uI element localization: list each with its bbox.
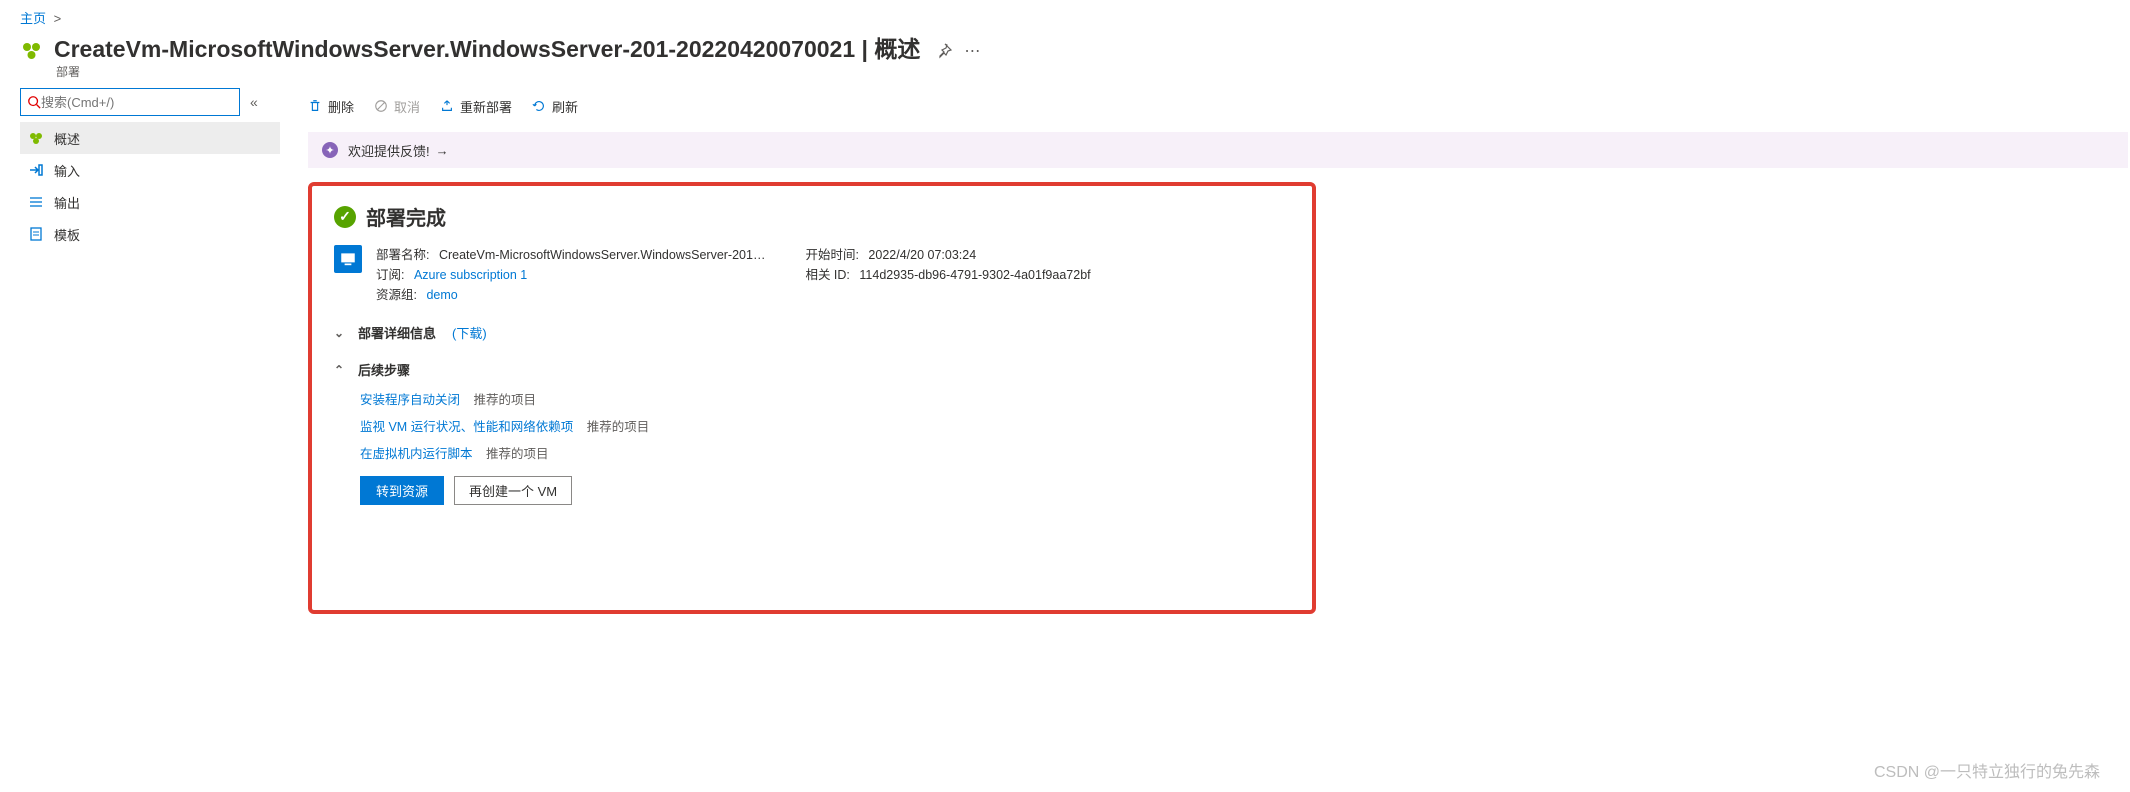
overview-icon xyxy=(28,130,44,146)
deploy-details-toggle[interactable]: ⌄ 部署详细信息 (下载) xyxy=(334,323,1290,342)
toolbar-redeploy-label: 重新部署 xyxy=(460,97,512,116)
deploy-corr-label: 相关 ID: xyxy=(805,268,849,282)
sidebar-item-input[interactable]: 输入 xyxy=(20,154,280,186)
toolbar: 删除 取消 重新部署 刷新 xyxy=(308,88,2130,124)
next-step-rec: 推荐的项目 xyxy=(587,420,650,434)
sidebar-item-overview[interactable]: 概述 xyxy=(20,122,280,154)
search-box[interactable] xyxy=(20,88,240,116)
page-title: CreateVm-MicrosoftWindowsServer.WindowsS… xyxy=(54,35,920,63)
output-icon xyxy=(28,194,44,210)
search-icon xyxy=(27,95,41,109)
redeploy-icon xyxy=(440,99,454,113)
next-step-link[interactable]: 监视 VM 运行状况、性能和网络依赖项 xyxy=(360,420,573,434)
success-icon: ✓ xyxy=(334,206,356,228)
toolbar-cancel-label: 取消 xyxy=(394,97,420,116)
deploy-sub-label: 订阅: xyxy=(376,268,404,282)
deploy-corr-value: 114d2935-db96-4791-9302-4a01f9aa72bf xyxy=(859,268,1090,282)
deployment-status-text: 部署完成 xyxy=(366,202,446,231)
deploy-details-download[interactable]: (下载) xyxy=(452,323,487,342)
toolbar-delete[interactable]: 删除 xyxy=(308,97,354,116)
feedback-arrow-icon: → xyxy=(436,143,449,158)
sidebar-item-label: 模板 xyxy=(54,225,80,244)
sidebar-item-label: 输出 xyxy=(54,193,80,212)
refresh-icon xyxy=(532,99,546,113)
deployment-status: ✓ 部署完成 xyxy=(334,202,1290,231)
input-icon xyxy=(28,162,44,178)
next-steps-toggle[interactable]: ⌃ 后续步骤 xyxy=(334,360,1290,379)
toolbar-refresh-label: 刷新 xyxy=(552,97,578,116)
toolbar-cancel: 取消 xyxy=(374,97,420,116)
pin-icon[interactable] xyxy=(936,43,952,59)
deploy-rg-label: 资源组: xyxy=(376,288,417,302)
toolbar-delete-label: 删除 xyxy=(328,97,354,116)
create-another-vm-button[interactable]: 再创建一个 VM xyxy=(454,476,572,505)
next-steps-list: 安装程序自动关闭 推荐的项目 监视 VM 运行状况、性能和网络依赖项 推荐的项目… xyxy=(360,389,1290,462)
page-subtitle: 部署 xyxy=(56,63,920,80)
next-step-item: 在虚拟机内运行脚本 推荐的项目 xyxy=(360,443,1290,462)
sidebar-item-label: 概述 xyxy=(54,129,80,148)
breadcrumb-home[interactable]: 主页 xyxy=(20,11,46,26)
feedback-bar[interactable]: ✦ 欢迎提供反馈! → xyxy=(308,132,2128,168)
collapse-sidebar-icon[interactable]: « xyxy=(250,94,258,110)
deploy-name-label: 部署名称: xyxy=(376,248,429,262)
template-icon xyxy=(28,226,44,242)
search-input[interactable] xyxy=(41,95,233,110)
more-icon[interactable]: ⋯ xyxy=(964,41,982,61)
watermark: CSDN @一只特立独行的兔先森 xyxy=(1874,758,2100,782)
sidebar-item-label: 输入 xyxy=(54,161,80,180)
cancel-icon xyxy=(374,99,388,113)
deployment-icon xyxy=(20,39,44,63)
feedback-text: 欢迎提供反馈! xyxy=(348,141,430,160)
deploy-sub-link[interactable]: Azure subscription 1 xyxy=(414,268,527,282)
toolbar-refresh[interactable]: 刷新 xyxy=(532,97,578,116)
next-step-item: 监视 VM 运行状况、性能和网络依赖项 推荐的项目 xyxy=(360,416,1290,435)
toolbar-redeploy[interactable]: 重新部署 xyxy=(440,97,512,116)
go-to-resource-button[interactable]: 转到资源 xyxy=(360,476,444,505)
chevron-up-icon: ⌃ xyxy=(334,363,348,377)
deploy-name-value: CreateVm-MicrosoftWindowsServer.WindowsS… xyxy=(439,248,765,262)
sidebar-item-template[interactable]: 模板 xyxy=(20,218,280,250)
deploy-details-label: 部署详细信息 xyxy=(358,323,436,342)
delete-icon xyxy=(308,99,322,113)
next-step-rec: 推荐的项目 xyxy=(486,447,549,461)
sidebar-item-output[interactable]: 输出 xyxy=(20,186,280,218)
chevron-down-icon: ⌄ xyxy=(334,326,348,340)
feedback-icon: ✦ xyxy=(322,142,338,158)
deployment-info-left: 部署名称: CreateVm-MicrosoftWindowsServer.Wi… xyxy=(376,245,765,305)
breadcrumb-sep: > xyxy=(54,11,62,26)
deploy-start-label: 开始时间: xyxy=(805,248,858,262)
vm-icon xyxy=(334,245,362,273)
next-step-rec: 推荐的项目 xyxy=(474,393,537,407)
deploy-rg-link[interactable]: demo xyxy=(426,288,457,302)
next-step-link[interactable]: 安装程序自动关闭 xyxy=(360,393,460,407)
page-header: CreateVm-MicrosoftWindowsServer.WindowsS… xyxy=(0,31,2130,88)
deployment-panel: ✓ 部署完成 部署名称: CreateVm-MicrosoftWindowsSe… xyxy=(308,182,1316,614)
breadcrumb: 主页 > xyxy=(0,0,2130,31)
sidebar: « 概述 输入 输出 模板 xyxy=(20,88,280,250)
deployment-info-right: 开始时间: 2022/4/20 07:03:24 相关 ID: 114d2935… xyxy=(805,245,1090,305)
next-step-item: 安装程序自动关闭 推荐的项目 xyxy=(360,389,1290,408)
next-steps-label: 后续步骤 xyxy=(358,360,410,379)
main-content: 删除 取消 重新部署 刷新 ✦ xyxy=(280,88,2130,614)
deploy-start-value: 2022/4/20 07:03:24 xyxy=(868,248,976,262)
next-step-link[interactable]: 在虚拟机内运行脚本 xyxy=(360,447,473,461)
